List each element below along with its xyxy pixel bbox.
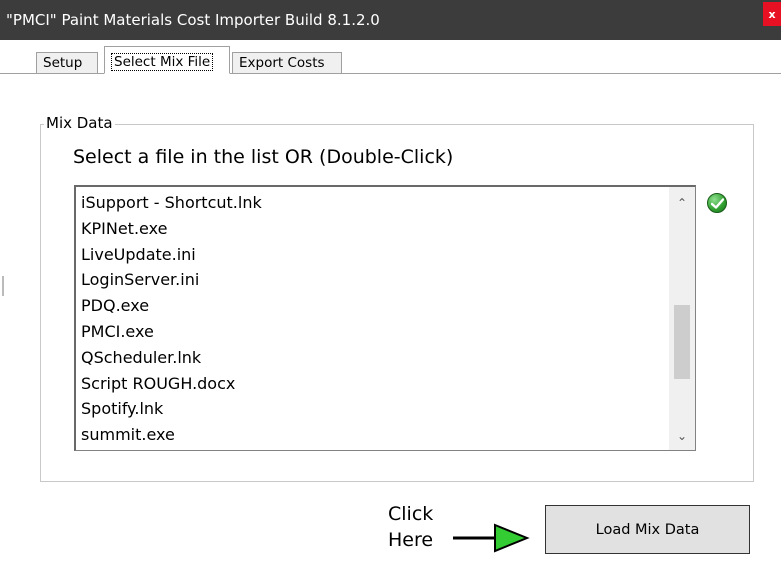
green-check-icon (707, 193, 727, 213)
file-list-item[interactable]: LoginServer.ini (81, 267, 262, 293)
file-list: iSupport - Shortcut.lnk KPINet.exe LiveUpd… (81, 190, 262, 448)
file-listbox[interactable]: iSupport - Shortcut.lnk KPINet.exe LiveUpd… (74, 185, 696, 451)
file-list-item[interactable]: LiveUpdate.ini (81, 242, 262, 268)
vertical-scrollbar[interactable]: ⌃ ⌄ (669, 187, 695, 450)
mix-data-group-label: Mix Data (44, 114, 115, 132)
file-list-item[interactable]: PMCI.exe (81, 319, 262, 345)
scroll-down-arrow-icon[interactable]: ⌄ (669, 424, 695, 448)
tab-select-mix-file[interactable]: Select Mix File (104, 46, 230, 74)
file-list-item[interactable]: Spotify.lnk (81, 396, 262, 422)
click-here-hint: Click Here (388, 501, 433, 553)
scroll-up-arrow-icon[interactable]: ⌃ (669, 191, 695, 215)
title-bar: "PMCI" Paint Materials Cost Importer Bui… (0, 0, 781, 40)
hint-line-2: Here (388, 529, 434, 551)
tab-setup[interactable]: Setup (36, 52, 98, 73)
file-list-item[interactable]: PDQ.exe (81, 293, 262, 319)
window-title: "PMCI" Paint Materials Cost Importer Bui… (6, 11, 380, 29)
tab-select-mix-file-label: Select Mix File (111, 53, 214, 71)
file-list-item[interactable]: iSupport - Shortcut.lnk (81, 190, 262, 216)
file-list-item[interactable]: summit.exe (81, 422, 262, 448)
arrow-head (494, 523, 530, 553)
tab-export-costs-label: Export Costs (239, 55, 325, 71)
scroll-thumb[interactable] (674, 305, 690, 379)
load-mix-data-button[interactable]: Load Mix Data (545, 505, 750, 554)
file-list-item[interactable]: QScheduler.lnk (81, 345, 262, 371)
edge-divider (2, 276, 4, 296)
load-mix-data-label: Load Mix Data (595, 521, 700, 538)
file-list-item[interactable]: Script ROUGH.docx (81, 371, 262, 397)
tab-setup-label: Setup (43, 55, 83, 71)
instruction-text: Select a file in the list OR (Double-Cli… (73, 146, 454, 168)
tab-export-costs[interactable]: Export Costs (232, 52, 342, 73)
arrow-right-icon (453, 523, 530, 553)
close-button[interactable]: x (763, 2, 781, 26)
file-list-item[interactable]: KPINet.exe (81, 216, 262, 242)
hint-line-1: Click (388, 503, 434, 525)
